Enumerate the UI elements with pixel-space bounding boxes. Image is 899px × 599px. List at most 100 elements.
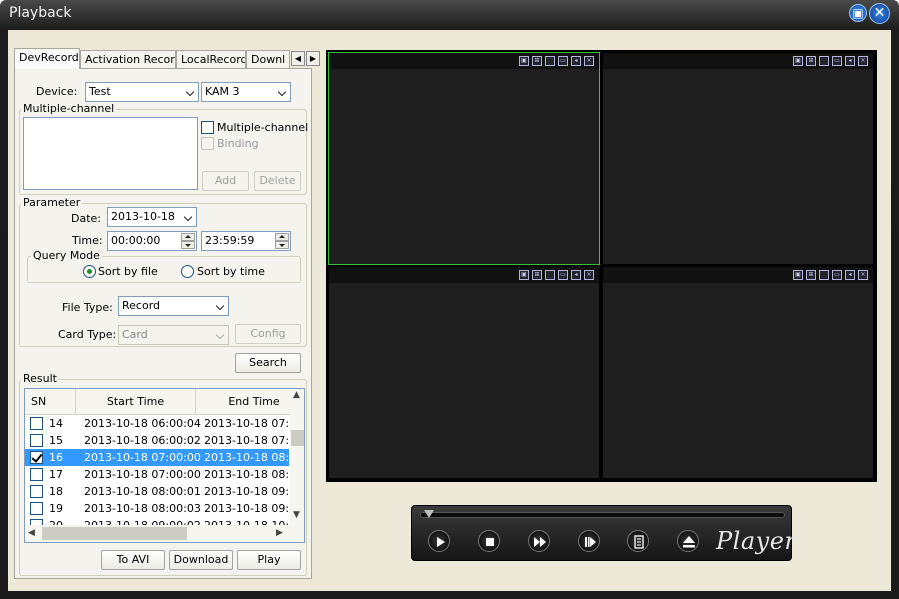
end-time-spinner[interactable] xyxy=(275,233,289,249)
device-select[interactable]: Test xyxy=(85,82,199,102)
file-type-select[interactable]: Record xyxy=(118,296,229,316)
row-checkbox[interactable] xyxy=(30,417,43,430)
table-row[interactable]: 15 2013-10-18 06:00:022013-10-18 07:00 xyxy=(25,432,289,449)
table-row[interactable]: 14 2013-10-18 06:00:042013-10-18 07:00 xyxy=(25,415,289,432)
step-icon[interactable] xyxy=(578,530,600,552)
blank-icon[interactable] xyxy=(819,270,829,280)
table-row[interactable]: 16 2013-10-18 07:00:002013-10-18 08:00 xyxy=(25,449,289,466)
audio-icon[interactable]: ◂ xyxy=(571,270,581,280)
close-icon[interactable]: ✕ xyxy=(869,3,890,24)
eject-icon[interactable] xyxy=(677,530,699,552)
play-icon[interactable] xyxy=(428,530,450,552)
channel-listbox[interactable] xyxy=(23,117,198,190)
snapshot-icon[interactable]: ▣ xyxy=(793,270,803,280)
spin-up-icon[interactable] xyxy=(275,233,289,241)
close-icon[interactable]: × xyxy=(584,270,594,280)
close-icon[interactable]: × xyxy=(858,56,868,66)
spin-up-icon[interactable] xyxy=(181,233,195,241)
video-pane-4[interactable]: ▣ ⊞ ▭ ◂ × xyxy=(602,266,874,479)
end-time-input[interactable]: 23:59:59 xyxy=(201,231,291,251)
date-picker[interactable]: 2013-10-18 xyxy=(107,207,197,227)
tab-scroll-right-icon[interactable]: ▶ xyxy=(306,51,320,66)
tab-localrecord[interactable]: LocalRecord xyxy=(176,50,246,68)
sort-by-time-radio[interactable] xyxy=(181,265,194,278)
spin-down-icon[interactable] xyxy=(275,241,289,249)
scroll-thumb[interactable] xyxy=(291,430,304,446)
start-time-spinner[interactable] xyxy=(181,233,195,249)
tab-activation-record[interactable]: Activation Record xyxy=(80,50,176,68)
close-icon[interactable]: × xyxy=(858,270,868,280)
playback-progress-slider[interactable] xyxy=(420,510,785,518)
title-bar[interactable]: Playback ▣ ✕ xyxy=(0,0,899,30)
audio-icon[interactable]: ◂ xyxy=(845,270,855,280)
zoom-icon[interactable]: ▭ xyxy=(832,56,842,66)
row-checkbox[interactable] xyxy=(30,468,43,481)
fast-forward-icon[interactable] xyxy=(528,530,550,552)
audio-icon[interactable]: ◂ xyxy=(845,56,855,66)
result-table[interactable]: SN Start Time End Time 14 2013-10-18 06:0… xyxy=(24,388,305,543)
table-row[interactable]: 202013-10-18 09:00:022013-10-18 10:00 xyxy=(25,517,289,525)
sort-by-time-label: Sort by time xyxy=(197,265,265,278)
zoom-icon[interactable]: ▭ xyxy=(832,270,842,280)
download-button[interactable]: Download xyxy=(169,550,233,570)
start-time-value: 00:00:00 xyxy=(111,234,161,247)
scroll-right-icon[interactable]: ▶ xyxy=(276,528,283,538)
scroll-down-icon[interactable]: ▼ xyxy=(293,510,300,520)
split-icon[interactable]: ⊞ xyxy=(806,270,816,280)
tab-scroll-left-icon[interactable]: ◀ xyxy=(291,51,305,66)
row-checkbox[interactable] xyxy=(30,485,43,498)
blank-icon[interactable] xyxy=(545,56,555,66)
tab-devrecord[interactable]: DevRecord xyxy=(14,48,80,69)
scroll-thumb[interactable] xyxy=(42,527,187,540)
stop-icon[interactable] xyxy=(478,530,500,552)
binding-checkbox[interactable] xyxy=(201,137,214,150)
snapshot-icon[interactable]: ▣ xyxy=(793,56,803,66)
scroll-up-icon[interactable]: ▲ xyxy=(293,390,300,400)
vertical-scrollbar[interactable]: ▲ ▼ xyxy=(290,389,304,525)
channel-select[interactable]: KAM 3 xyxy=(201,82,291,102)
video-pane-1[interactable]: ▣ ⊞ ▭ ◂ × xyxy=(328,52,600,265)
audio-icon[interactable]: ◂ xyxy=(571,56,581,66)
row-checkbox[interactable] xyxy=(30,502,43,515)
list-icon[interactable] xyxy=(627,530,649,552)
config-button[interactable]: Config xyxy=(235,324,301,344)
horizontal-scrollbar[interactable]: ◀ ▶ xyxy=(25,525,304,542)
blank-icon[interactable] xyxy=(819,56,829,66)
column-header-start-time[interactable]: Start Time xyxy=(76,389,196,415)
to-avi-button[interactable]: To AVI xyxy=(101,550,165,570)
add-button[interactable]: Add xyxy=(202,171,249,191)
scroll-left-icon[interactable]: ◀ xyxy=(28,528,35,538)
zoom-icon[interactable]: ▭ xyxy=(558,270,568,280)
blank-icon[interactable] xyxy=(545,270,555,280)
snapshot-icon[interactable]: ▣ xyxy=(519,56,529,66)
zoom-icon[interactable]: ▭ xyxy=(558,56,568,66)
video-pane-3[interactable]: ▣ ⊞ ▭ ◂ × xyxy=(328,266,600,479)
column-header-sn[interactable]: SN xyxy=(25,389,76,415)
play-button[interactable]: Play xyxy=(237,550,301,570)
split-icon[interactable]: ⊞ xyxy=(532,270,542,280)
row-checkbox[interactable] xyxy=(30,451,43,464)
table-row[interactable]: 19 2013-10-18 08:00:032013-10-18 09:00 xyxy=(25,500,289,517)
row-end-time: 2013-10-18 07:00 xyxy=(204,434,289,447)
sort-by-file-radio[interactable] xyxy=(83,265,96,278)
window-title: Playback xyxy=(9,5,72,21)
close-icon[interactable]: × xyxy=(584,56,594,66)
search-button[interactable]: Search xyxy=(235,353,301,373)
snapshot-icon[interactable]: ▣ xyxy=(519,270,529,280)
table-row[interactable]: 17 2013-10-18 07:00:002013-10-18 08:00 xyxy=(25,466,289,483)
tab-download[interactable]: Downl xyxy=(246,50,290,68)
progress-thumb[interactable] xyxy=(424,510,434,518)
delete-button[interactable]: Delete xyxy=(254,171,301,191)
multichannel-checkbox[interactable] xyxy=(201,121,214,134)
column-header-end-time[interactable]: End Time xyxy=(196,389,304,415)
split-icon[interactable]: ⊞ xyxy=(806,56,816,66)
row-checkbox[interactable] xyxy=(30,434,43,447)
table-row[interactable]: 18 2013-10-18 08:00:012013-10-18 09:00 xyxy=(25,483,289,500)
restore-icon[interactable]: ▣ xyxy=(849,4,867,22)
card-type-select[interactable]: Card xyxy=(118,325,229,345)
row-sn: 17 xyxy=(49,468,63,481)
split-icon[interactable]: ⊞ xyxy=(532,56,542,66)
spin-down-icon[interactable] xyxy=(181,241,195,249)
start-time-input[interactable]: 00:00:00 xyxy=(107,231,197,251)
video-pane-2[interactable]: ▣ ⊞ ▭ ◂ × xyxy=(602,52,874,265)
